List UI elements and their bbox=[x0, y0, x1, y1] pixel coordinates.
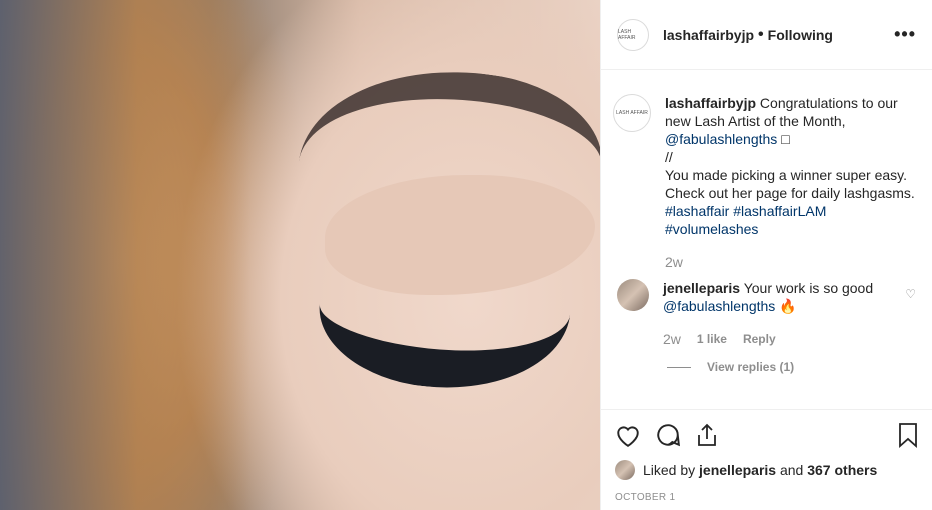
liked-by-mid: and bbox=[779, 462, 804, 478]
view-replies[interactable]: View replies (1) bbox=[667, 360, 916, 374]
share-icon[interactable] bbox=[695, 422, 719, 448]
author-avatar[interactable]: LASH AFFAIR bbox=[617, 18, 649, 51]
comment-icon[interactable] bbox=[655, 422, 681, 448]
liker-avatar[interactable] bbox=[615, 460, 635, 480]
photo-lashes bbox=[312, 217, 578, 401]
bookmark-icon[interactable] bbox=[897, 422, 919, 448]
caption-hashtags[interactable]: #lashaffair #lashaffairLAM #volumelashes bbox=[665, 203, 826, 237]
liked-by-user[interactable]: jenelleparis bbox=[699, 462, 776, 478]
caption-mention[interactable]: @fabulashlengths bbox=[665, 131, 777, 147]
comment-body: jenelleparis Your work is so good @fabul… bbox=[663, 279, 895, 348]
photo-hair bbox=[0, 0, 250, 510]
caption-meta: 2w bbox=[665, 253, 916, 271]
comment-text: Your work is so good bbox=[743, 280, 874, 296]
comment-like-icon[interactable]: ♡ bbox=[905, 287, 916, 301]
header-separator: • bbox=[758, 25, 764, 43]
post-date[interactable]: OCTOBER 1 bbox=[615, 492, 919, 503]
caption: LASH AFFAIR lashaffairbyjp Congratulatio… bbox=[613, 94, 916, 271]
commenter-avatar[interactable] bbox=[617, 279, 649, 311]
caption-box-glyph: □ bbox=[781, 131, 790, 147]
post-modal: LASH AFFAIR lashaffairbyjp • Following •… bbox=[0, 0, 932, 510]
comment-mention[interactable]: @fabulashlengths bbox=[663, 298, 775, 314]
heart-icon[interactable] bbox=[615, 423, 641, 447]
liked-by: Liked by jenelleparis and 367 others bbox=[615, 460, 919, 480]
replies-line bbox=[667, 366, 691, 368]
comment-time[interactable]: 2w bbox=[663, 330, 681, 348]
comments-list: LASH AFFAIR lashaffairbyjp Congratulatio… bbox=[601, 70, 932, 407]
following-button[interactable]: Following bbox=[768, 27, 833, 43]
caption-avatar[interactable]: LASH AFFAIR bbox=[613, 94, 651, 132]
post-header: LASH AFFAIR lashaffairbyjp • Following •… bbox=[601, 0, 932, 70]
liked-by-count[interactable]: 367 others bbox=[807, 462, 877, 478]
comment-username[interactable]: jenelleparis bbox=[663, 280, 740, 296]
caption-time[interactable]: 2w bbox=[665, 253, 683, 271]
action-icons bbox=[615, 420, 919, 450]
post-actions: Liked by jenelleparis and 367 others OCT… bbox=[601, 409, 932, 503]
liked-by-prefix: Liked by bbox=[643, 462, 696, 478]
post-sidebar: LASH AFFAIR lashaffairbyjp • Following •… bbox=[600, 0, 932, 510]
view-replies-label[interactable]: View replies (1) bbox=[707, 360, 794, 374]
more-icon[interactable]: ••• bbox=[894, 24, 916, 45]
comment-likes[interactable]: 1 like bbox=[697, 330, 727, 348]
reply-button[interactable]: Reply bbox=[743, 330, 776, 348]
comment-meta: 2w 1 like Reply bbox=[663, 330, 895, 348]
post-photo[interactable] bbox=[0, 0, 600, 510]
fire-emoji: 🔥 bbox=[779, 298, 797, 314]
author-username[interactable]: lashaffairbyjp bbox=[663, 27, 754, 43]
caption-username[interactable]: lashaffairbyjp bbox=[665, 95, 756, 111]
caption-body: lashaffairbyjp Congratulations to our ne… bbox=[665, 94, 916, 271]
caption-sep: // bbox=[665, 149, 673, 165]
comment-item: jenelleparis Your work is so good @fabul… bbox=[613, 279, 916, 348]
caption-text2: You made picking a winner super easy. Ch… bbox=[665, 167, 915, 201]
